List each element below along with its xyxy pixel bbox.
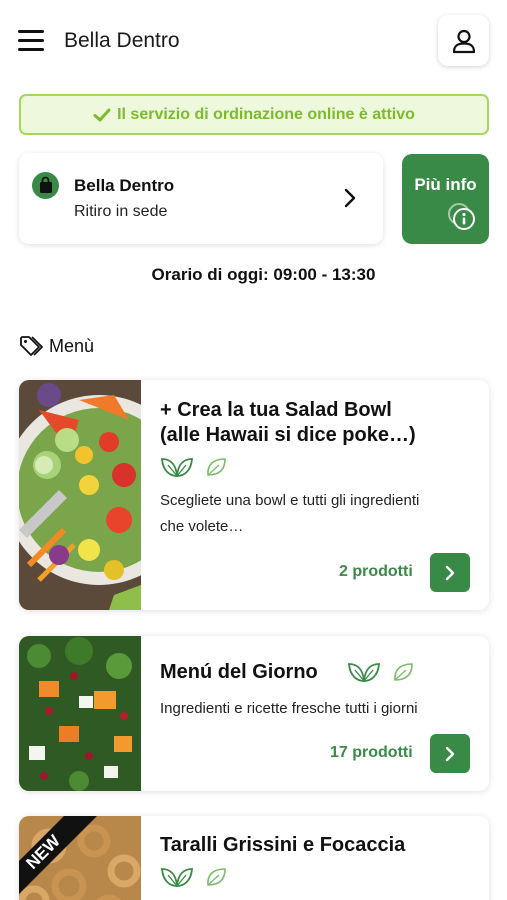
open-category-button[interactable] [430,553,470,592]
menu-item-title: Taralli Grissini e Focaccia [160,834,406,856]
chevron-right-icon [445,565,455,580]
online-ordering-status-banner: Il servizio di ordinazione online è atti… [19,94,489,135]
product-count: 17 prodotti [330,744,413,761]
product-count: 2 prodotti [339,563,413,580]
menu-item-description: Scegliete una bowl e tutti gli ingredien… [160,492,420,535]
menu-item-menu-del-giorno[interactable]: Menú del Giorno Ingredienti e ricette fr… [19,636,489,791]
app-title: Bella Dentro [64,29,180,52]
todays-opening-hours: Orario di oggi: 09:00 - 13:30 [151,265,376,284]
diet-icons [160,866,238,888]
status-text: Il servizio di ordinazione online è atti… [117,105,415,123]
menu-item-title: Menú del Giorno [160,661,318,683]
vegetarian-icon [207,458,226,476]
top-bar: Bella Dentro [0,0,507,82]
open-category-button[interactable] [430,734,470,773]
menu-item-title: + Crea la tua Salad Bowl (alle Hawaii si… [160,399,416,446]
diet-icons [160,456,238,478]
vegetarian-icon [394,663,413,681]
chevron-right-icon [344,188,356,208]
shopping-bag-icon [32,172,59,199]
vegan-icon [348,663,380,682]
user-icon [452,29,475,53]
menu-section-header: Menù [19,334,94,358]
chevron-right-icon [445,746,455,761]
check-icon [93,107,111,123]
daily-menu-photo [19,636,141,791]
tag-icon [20,336,43,356]
store-selector-card[interactable]: Bella Dentro Ritiro in sede [19,153,383,244]
more-info-button[interactable]: Più info [402,154,489,244]
vegetarian-icon [207,868,226,886]
taralli-photo: NEW [19,816,141,900]
menu-item-description: Ingredienti e ricette fresche tutti i gi… [160,700,418,717]
vegan-icon [161,458,193,477]
more-info-label: Più info [414,175,477,194]
vegan-icon [161,868,193,887]
diet-icons [347,661,425,683]
menu-item-taralli-grissini[interactable]: NEW Taralli Grissini e Focaccia [19,816,489,900]
user-account-button[interactable] [438,15,489,66]
info-icon [448,203,475,230]
salad-bowl-photo [19,380,141,610]
store-pickup-mode: Ritiro in sede [74,203,168,220]
hamburger-icon[interactable] [18,29,44,51]
menu-section-title: Menù [49,335,95,356]
store-name: Bella Dentro [74,176,175,195]
menu-item-salad-bowl[interactable]: + Crea la tua Salad Bowl (alle Hawaii si… [19,380,489,610]
